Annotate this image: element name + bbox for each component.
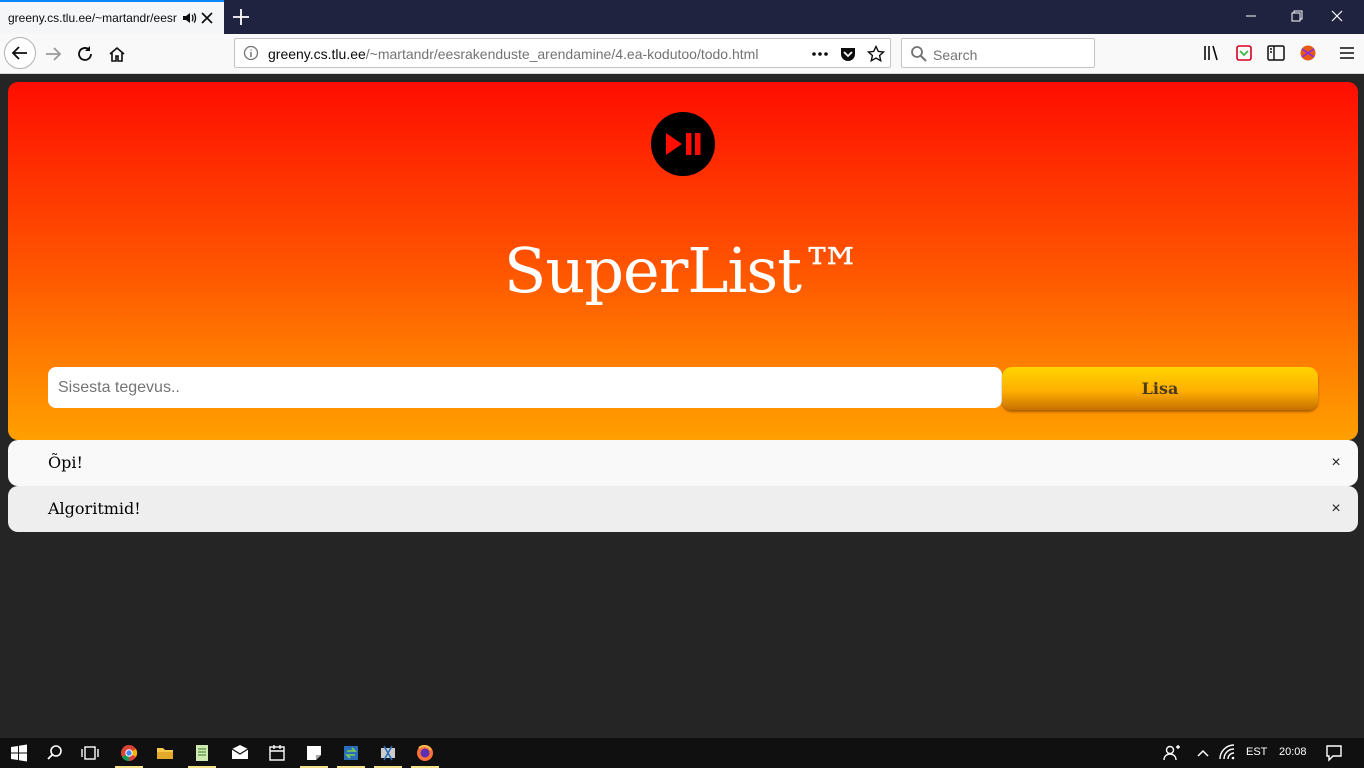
forward-button[interactable] [39,40,67,68]
play-pause-logo-icon[interactable] [651,112,715,176]
search-bar[interactable]: Search [901,38,1095,68]
info-icon[interactable] [243,45,259,61]
play-pause-glyph-icon [666,133,701,155]
mail-icon[interactable] [230,743,250,763]
app-title: SuperList™ [503,234,863,307]
task-view-icon[interactable] [80,743,100,763]
sidebar-icon[interactable] [1266,43,1286,63]
back-button[interactable] [4,37,36,69]
page-actions-icon[interactable] [811,45,829,63]
people-icon[interactable] [1162,743,1182,763]
url-text[interactable]: greeny.cs.tlu.ee/~martandr/eesrakenduste… [268,46,758,62]
search-placeholder: Search [933,47,978,63]
firefox-icon[interactable] [415,743,435,763]
calendar-icon[interactable] [267,743,287,763]
todo-list: Õpi! × Algoritmid! × [8,440,1358,532]
file-explorer-icon[interactable] [155,743,175,763]
navigation-bar: greeny.cs.tlu.ee/~martandr/eesrakenduste… [0,34,1364,74]
close-tab-icon[interactable] [199,10,215,26]
ftp-client-icon[interactable] [341,743,361,763]
search-icon [911,46,927,62]
add-button[interactable]: Lisa [1002,367,1318,410]
notifications-icon[interactable] [1324,743,1344,763]
search-icon[interactable] [45,743,65,763]
arrow-left-icon [11,46,27,60]
list-item-text: Algoritmid! [48,499,141,518]
windows-taskbar: EST 20:08 [0,738,1364,768]
app-header: SuperList™ Lisa [8,82,1358,440]
pocket-icon[interactable] [839,45,857,63]
remote-tool-icon[interactable] [378,743,398,763]
reload-button[interactable] [71,40,99,68]
close-icon[interactable]: × [1328,500,1344,518]
notepad-icon[interactable] [192,743,212,763]
chevron-up-icon[interactable] [1193,743,1213,763]
restore-icon[interactable] [1289,8,1305,24]
reload-icon [78,46,92,61]
tab-strip: greeny.cs.tlu.ee/~martandr/eesr [0,0,1364,34]
language-indicator[interactable]: EST [1246,746,1267,758]
chrome-icon[interactable] [119,743,139,763]
home-icon [109,46,125,62]
new-tab-icon[interactable] [231,7,251,27]
menu-icon[interactable] [1337,43,1357,63]
wifi-icon[interactable] [1218,743,1238,763]
url-bar[interactable]: greeny.cs.tlu.ee/~martandr/eesrakenduste… [234,38,891,68]
list-item[interactable]: Algoritmid! × [8,486,1358,532]
browser-tab[interactable]: greeny.cs.tlu.ee/~martandr/eesr [0,0,224,34]
url-path: /~martandr/eesrakenduste_arendamine/4.ea… [365,46,759,62]
list-item[interactable]: Õpi! × [8,440,1358,486]
library-icon[interactable] [1202,43,1222,63]
home-button[interactable] [103,40,131,68]
bookmark-star-icon[interactable] [867,45,885,63]
task-input[interactable] [48,367,1002,408]
page-content: SuperList™ Lisa Õpi! × Algoritmid! × [0,75,1364,738]
windows-start-icon[interactable] [9,743,29,763]
close-window-icon[interactable] [1329,8,1345,24]
minimize-icon[interactable] [1243,8,1259,24]
arrow-right-icon [46,47,62,61]
sticky-notes-icon[interactable] [304,743,324,763]
pocket-list-icon[interactable] [1234,43,1254,63]
list-item-text: Õpi! [48,453,83,472]
url-host: greeny.cs.tlu.ee [268,46,366,62]
speaker-icon[interactable] [181,10,197,26]
extension-icon[interactable] [1298,43,1318,63]
close-icon[interactable]: × [1328,454,1344,472]
tab-title: greeny.cs.tlu.ee/~martandr/eesr [8,11,177,25]
clock[interactable]: 20:08 [1279,746,1307,758]
